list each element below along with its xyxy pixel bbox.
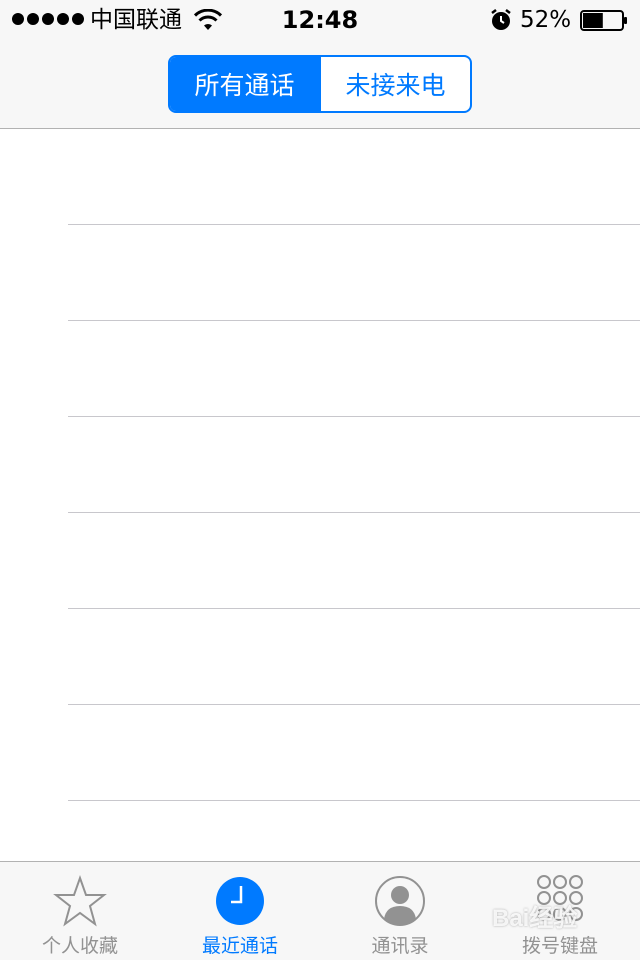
segment-missed-calls[interactable]: 未接来电 — [319, 57, 470, 111]
tab-recents[interactable]: 最近通话 — [160, 862, 320, 960]
tab-label: 通讯录 — [371, 935, 429, 957]
recent-calls-list[interactable] — [0, 129, 640, 861]
carrier-name: 中国联通 — [90, 7, 182, 33]
keypad-icon — [537, 875, 583, 921]
segment-all-calls[interactable]: 所有通话 — [170, 57, 319, 111]
star-icon — [53, 874, 107, 927]
list-row — [0, 609, 640, 705]
list-row — [0, 225, 640, 321]
tab-label: 个人收藏 — [41, 935, 118, 957]
tab-keypad[interactable]: 拨号键盘 — [480, 862, 640, 960]
tab-label: 最近通话 — [201, 935, 278, 957]
tab-bar: 个人收藏 最近通话 通讯录 拨号键盘 — [0, 861, 640, 960]
list-row — [0, 705, 640, 801]
list-row — [0, 321, 640, 417]
alarm-icon — [491, 9, 511, 30]
contact-icon — [375, 876, 425, 926]
clock-icon — [216, 877, 264, 925]
wifi-icon — [193, 9, 223, 30]
tab-label: 拨号键盘 — [521, 935, 598, 957]
signal-strength-icon — [12, 13, 84, 25]
status-bar: 中国联通 12:48 52% — [0, 0, 640, 40]
navigation-bar: 所有通话 未接来电 — [0, 40, 640, 129]
row-separator — [68, 800, 640, 801]
battery-percent: 52% — [520, 7, 572, 33]
list-row — [0, 513, 640, 609]
tab-favorites[interactable]: 个人收藏 — [0, 862, 160, 960]
tab-contacts[interactable]: 通讯录 — [320, 862, 480, 960]
list-row — [0, 129, 640, 225]
call-filter-segmented-control: 所有通话 未接来电 — [168, 55, 472, 113]
battery-icon — [580, 10, 627, 31]
list-row — [0, 417, 640, 513]
